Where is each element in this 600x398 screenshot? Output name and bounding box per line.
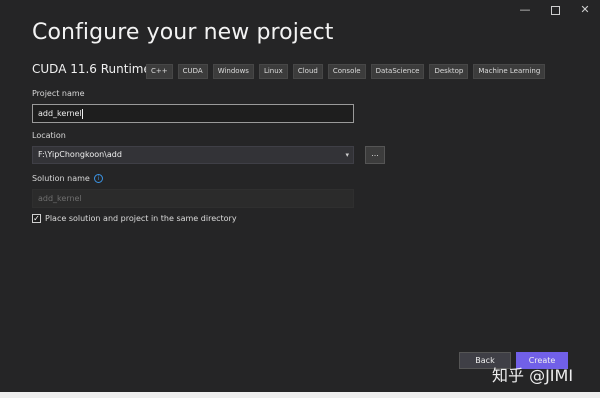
template-name: CUDA 11.6 Runtime [32,62,151,76]
same-directory-option[interactable]: ✓ Place solution and project in the same… [32,214,237,223]
info-icon[interactable]: i [93,174,103,183]
project-name-input[interactable]: add_kernel [32,104,354,123]
same-directory-checkbox[interactable]: ✓ [32,214,41,223]
solution-name-label: Solution name [32,174,90,183]
minimize-button[interactable]: — [510,3,540,17]
window-bottom-edge [0,392,600,398]
close-icon: ✕ [580,3,590,16]
project-name-label: Project name [32,89,85,98]
location-label: Location [32,131,66,140]
location-value: F:\YipChongkoon\add [38,150,122,159]
solution-name-label-row: Solution name i [32,174,103,183]
watermark: 知乎 @JIMI [492,366,574,385]
tag-item: Desktop [429,64,469,79]
checkmark-icon: ✓ [33,214,40,223]
solution-name-input: add_kernel [32,189,354,208]
tag-item: C++ [146,64,173,79]
browse-button[interactable]: ... [365,146,385,164]
tag-item: Machine Learning [473,64,546,79]
same-directory-label: Place solution and project in the same d… [45,214,237,223]
page-title: Configure your new project [32,20,334,45]
tag-item: Windows [212,64,254,79]
text-caret [81,108,83,119]
close-button[interactable]: ✕ [570,3,600,17]
maximize-icon [550,5,560,15]
minimize-icon: — [519,3,531,16]
location-combobox[interactable]: F:\YipChongkoon\add ▾ [32,146,354,164]
tag-item: CUDA [177,64,208,79]
tag-item: Linux [258,64,288,79]
template-tags: C++ CUDA Windows Linux Cloud Console DataScien… [146,64,546,79]
dropdown-arrow-icon[interactable]: ▾ [345,147,349,163]
maximize-button[interactable] [540,3,570,17]
dialog-window: — ✕ Configure your new project CUDA 11.6… [0,0,600,392]
tag-item: Console [327,64,366,79]
tag-item: DataScience [370,64,425,79]
solution-name-placeholder: add_kernel [38,194,82,203]
project-name-value: add_kernel [38,109,82,118]
tag-item: Cloud [292,64,323,79]
